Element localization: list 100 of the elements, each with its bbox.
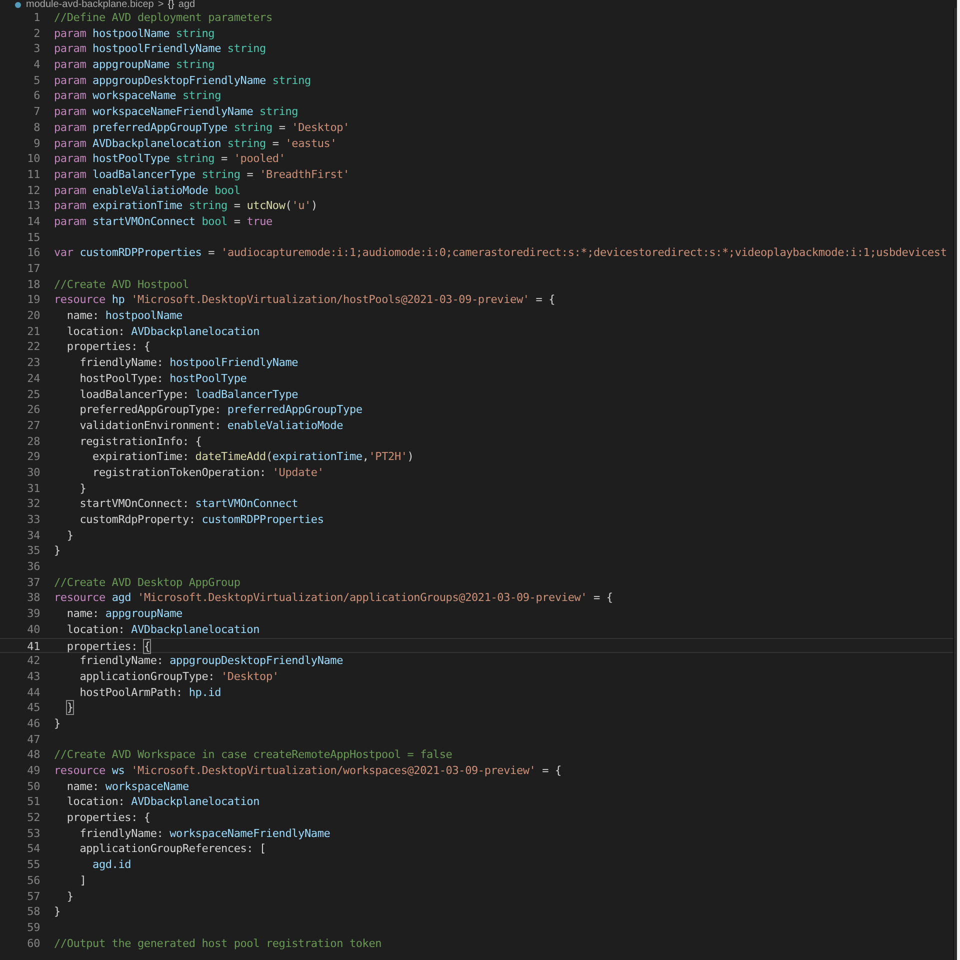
symbol-icon: {} xyxy=(168,0,174,10)
code-line: applicationGroupReferences: [ xyxy=(78,841,266,858)
line-number: 36 xyxy=(26,559,40,575)
code-line: resource agd 'Microsoft.DesktopVirtualization/applicationGroups@2021-03-09-preview' = { xyxy=(54,590,613,606)
code-line: expirationTime: dateTimeAdd(expirationTime,'PT2H') xyxy=(92,449,414,465)
breadcrumb-item[interactable]: module-avd-backplane.bicep xyxy=(26,0,154,10)
code-line: } xyxy=(78,480,86,496)
line-number: 46 xyxy=(26,716,40,732)
line-number: 27 xyxy=(26,418,40,434)
code-line: hostPoolType: hostPoolType xyxy=(78,370,247,386)
line-number: 2 xyxy=(32,26,40,42)
code-line: param appgroupDesktopFriendlyName string xyxy=(54,72,311,88)
code-line: param workspaceNameFriendlyName string xyxy=(54,104,298,120)
line-number: 45 xyxy=(26,700,40,716)
line-number: 1 xyxy=(32,10,40,26)
code-line: location: AVDbackplanelocation xyxy=(66,794,260,810)
line-number: 17 xyxy=(26,261,40,277)
code-line: param appgroupName string xyxy=(54,57,215,73)
code-comment: //Create AVD Desktop AppGroup xyxy=(54,574,240,590)
code-line: registrationInfo: { xyxy=(78,434,202,450)
code-line: friendlyName: appgroupDesktopFriendlyName xyxy=(78,653,344,669)
line-number: 22 xyxy=(26,339,40,356)
file-icon xyxy=(14,1,22,9)
code-line: } xyxy=(66,888,74,904)
code-line: } xyxy=(54,904,60,920)
code-line: param workspaceName string xyxy=(54,88,222,104)
code-line: param preferredAppGroupType string = 'Desktop' xyxy=(54,120,350,136)
line-number: 25 xyxy=(26,386,40,402)
code-line: param loadBalancerType string = 'BreadthFirst' xyxy=(54,166,350,183)
line-number: 18 xyxy=(26,276,40,292)
line-number: 9 xyxy=(32,136,40,152)
line-number: 57 xyxy=(26,888,40,904)
line-number: 16 xyxy=(26,245,40,261)
line-number: 48 xyxy=(26,747,40,763)
line-number: 50 xyxy=(26,778,40,794)
line-number: 41 xyxy=(26,638,40,652)
line-number: 23 xyxy=(26,355,40,371)
code-comment: //Output the generated host pool registration token xyxy=(54,936,382,952)
code-line: param startVMOnConnect bool = true xyxy=(54,214,272,230)
code-line: validationEnvironment: enableValiatioMode xyxy=(78,418,344,434)
breadcrumb-item[interactable]: agd xyxy=(178,0,196,10)
code-line: name: workspaceName xyxy=(66,778,189,794)
code-line: properties: { xyxy=(66,339,150,356)
code-line: } xyxy=(66,528,74,544)
line-number: 42 xyxy=(26,653,40,669)
code-line: var customRDPProperties = 'audiocapturemode:i:1;audiomode:i:0;camerastoredirect:s:*;devicestoredirect:s:*;videoplaybackmode:i:1;usbdevicest xyxy=(54,245,947,261)
code-line: param hostpoolFriendlyName string xyxy=(54,41,266,58)
line-number: 10 xyxy=(26,151,40,167)
line-number: 40 xyxy=(26,622,40,638)
code-comment: //Create AVD Hostpool xyxy=(54,276,189,292)
code-line: properties: { xyxy=(66,810,150,826)
line-number: 11 xyxy=(26,166,40,183)
code-line: param hostPoolType string = 'pooled' xyxy=(54,151,286,167)
line-number: 51 xyxy=(26,794,40,810)
line-number: 33 xyxy=(26,512,40,528)
line-number: 35 xyxy=(26,543,40,560)
line-number: 29 xyxy=(26,449,40,465)
code-line: param expirationTime string = utcNow('u') xyxy=(54,198,318,214)
code-line: properties: { xyxy=(66,638,150,652)
code-line: param enableValiatioMode bool xyxy=(54,182,240,198)
code-comment: //Define AVD deployment parameters xyxy=(54,10,272,26)
line-number: 6 xyxy=(32,88,40,104)
line-number: 56 xyxy=(26,872,40,888)
line-number: 38 xyxy=(26,590,40,606)
code-line: friendlyName: hostpoolFriendlyName xyxy=(78,355,298,371)
code-line: location: AVDbackplanelocation xyxy=(66,324,260,340)
code-line: agd.id xyxy=(92,857,132,873)
line-number: 52 xyxy=(26,810,40,826)
line-number: 20 xyxy=(26,308,40,324)
line-number: 5 xyxy=(32,72,40,88)
line-number: 55 xyxy=(26,857,40,873)
code-line: param AVDbackplanelocation string = 'eastus' xyxy=(54,136,337,152)
code-line: friendlyName: workspaceNameFriendlyName xyxy=(78,826,330,842)
line-number: 49 xyxy=(26,763,40,779)
code-line: hostPoolArmPath: hp.id xyxy=(78,684,221,700)
line-number: 43 xyxy=(26,668,40,685)
line-number: 15 xyxy=(26,230,40,246)
line-number: 26 xyxy=(26,402,40,418)
code-line: } xyxy=(54,716,60,732)
line-number: 44 xyxy=(26,684,40,700)
line-number: 7 xyxy=(32,104,40,120)
code-line: param hostpoolName string xyxy=(54,26,215,42)
line-number: 59 xyxy=(26,920,40,936)
line-number: 12 xyxy=(26,182,40,198)
code-comment: //Create AVD Workspace in case createRemoteAppHostpool = false xyxy=(54,747,452,763)
code-line: location: AVDbackplanelocation xyxy=(66,622,260,638)
line-number: 13 xyxy=(26,198,40,214)
line-number: 19 xyxy=(26,292,40,308)
code-line: } xyxy=(66,700,74,716)
line-number: 58 xyxy=(26,904,40,920)
scrollbar[interactable] xyxy=(953,8,957,960)
line-number: 37 xyxy=(26,574,40,590)
line-number: 34 xyxy=(26,528,40,544)
code-line: loadBalancerType: loadBalancerType xyxy=(78,386,298,402)
line-number: 53 xyxy=(26,826,40,842)
code-line: ] xyxy=(78,872,86,888)
code-line: preferredAppGroupType: preferredAppGroupType xyxy=(78,402,362,418)
code-line: name: hostpoolName xyxy=(66,308,182,324)
line-number: 24 xyxy=(26,370,40,386)
line-number: 54 xyxy=(26,841,40,858)
